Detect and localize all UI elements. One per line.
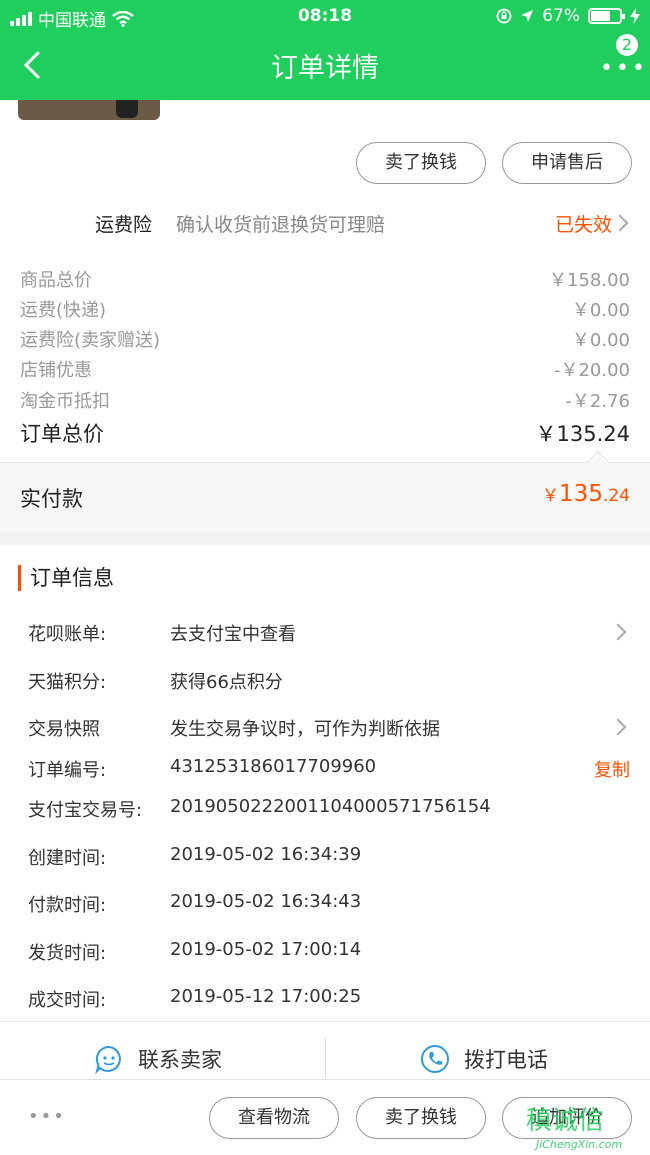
page-title: 订单详情 bbox=[271, 53, 379, 84]
paid-int: 135 bbox=[559, 481, 603, 507]
price-label: 运费(快递) bbox=[20, 300, 107, 321]
watermark-logo: 稹诚信 JiChengXin.com bbox=[526, 1100, 646, 1155]
info-value: 2019-05-02 16:34:39 bbox=[170, 844, 362, 865]
info-value: 2019-05-02 17:00:14 bbox=[170, 939, 362, 960]
price-value: -￥20.00 bbox=[553, 360, 630, 381]
watermark-text: 稹诚信 bbox=[526, 1106, 605, 1136]
price-value: -￥2.76 bbox=[565, 391, 630, 412]
paid-label: 实付款 bbox=[20, 487, 83, 511]
price-label: 店铺优惠 bbox=[20, 360, 92, 381]
info-key: 交易快照 bbox=[28, 719, 100, 740]
message-badge: 2 bbox=[614, 32, 640, 58]
price-label: 运费险(卖家赠送) bbox=[20, 330, 161, 351]
info-value: 2019050222001104000571756154 bbox=[170, 796, 491, 817]
section-title: 订单信息 bbox=[18, 565, 114, 591]
status-bar: 中国联通 08:18 67% bbox=[0, 0, 650, 34]
insurance-label: 运费险 bbox=[95, 214, 153, 236]
contact-seller-button[interactable]: 联系卖家 bbox=[94, 1044, 222, 1074]
info-key: 付款时间: bbox=[28, 895, 107, 916]
watermark-sub: JiChengXin.com bbox=[536, 1138, 623, 1151]
more-dots-icon: ••• bbox=[600, 56, 648, 81]
product-thumbnail[interactable] bbox=[18, 100, 160, 120]
info-key: 成交时间: bbox=[28, 990, 107, 1011]
charging-icon bbox=[630, 8, 640, 24]
paid-value: ￥135.24 bbox=[542, 481, 630, 507]
price-value: ￥0.00 bbox=[571, 300, 630, 321]
chat-bubble-icon bbox=[95, 1045, 121, 1074]
phone-icon bbox=[421, 1045, 449, 1073]
insurance-status: 已失效 bbox=[554, 214, 612, 236]
paid-decimal: .24 bbox=[602, 486, 630, 506]
order-total-label: 订单总价 bbox=[20, 422, 104, 446]
after-sale-button[interactable]: 申请售后 bbox=[502, 142, 632, 184]
paid-amount-box: 实付款 ￥135.24 bbox=[0, 450, 650, 532]
chevron-right-icon bbox=[611, 214, 629, 232]
rotation-lock-icon bbox=[496, 8, 512, 24]
info-value: 获得66点积分 bbox=[170, 672, 283, 693]
battery-icon bbox=[588, 8, 625, 24]
location-icon bbox=[521, 10, 534, 22]
battery-percent: 67% bbox=[542, 6, 580, 26]
call-phone-label: 拨打电话 bbox=[464, 1048, 548, 1072]
info-key: 发货时间: bbox=[28, 943, 107, 964]
more-options-button[interactable]: ••• bbox=[28, 1106, 66, 1127]
info-key: 订单编号: bbox=[28, 760, 107, 781]
contact-bar: 联系卖家 拨打电话 bbox=[0, 1021, 650, 1079]
price-value: ￥158.00 bbox=[549, 270, 630, 291]
divider bbox=[325, 1038, 326, 1078]
info-key: 花呗账单: bbox=[28, 624, 107, 645]
sell-again-button[interactable]: 卖了换钱 bbox=[356, 1097, 486, 1139]
top-bar: 中国联通 08:18 67% 订单详情 ••• 2 bbox=[0, 0, 650, 100]
info-key: 支付宝交易号: bbox=[28, 800, 143, 821]
currency-symbol: ￥ bbox=[542, 486, 560, 506]
info-value: 2019-05-12 17:00:25 bbox=[170, 986, 362, 1007]
price-label: 淘金币抵扣 bbox=[20, 391, 110, 412]
copy-button[interactable]: 复制 bbox=[594, 756, 630, 782]
order-total-value: ￥135.24 bbox=[535, 422, 630, 446]
shipping-insurance-row[interactable]: 运费险 确认收货前退换货可理赔 已失效 bbox=[0, 205, 650, 241]
view-logistics-button[interactable]: 查看物流 bbox=[209, 1097, 339, 1139]
contact-seller-label: 联系卖家 bbox=[138, 1048, 222, 1072]
info-value: 发生交易争议时，可作为判断依据 bbox=[170, 719, 440, 740]
info-value: 去支付宝中查看 bbox=[170, 624, 296, 645]
info-key: 创建时间: bbox=[28, 848, 107, 869]
sell-button[interactable]: 卖了换钱 bbox=[356, 142, 486, 184]
price-value: ￥0.00 bbox=[571, 330, 630, 351]
insurance-desc: 确认收货前退换货可理赔 bbox=[176, 214, 386, 236]
call-phone-button[interactable]: 拨打电话 bbox=[420, 1044, 548, 1074]
info-key: 天猫积分: bbox=[28, 672, 107, 693]
info-value: 431253186017709960 bbox=[170, 756, 377, 777]
info-value: 2019-05-02 16:34:43 bbox=[170, 891, 362, 912]
status-right: 67% bbox=[496, 6, 640, 26]
price-label: 商品总价 bbox=[20, 270, 92, 291]
